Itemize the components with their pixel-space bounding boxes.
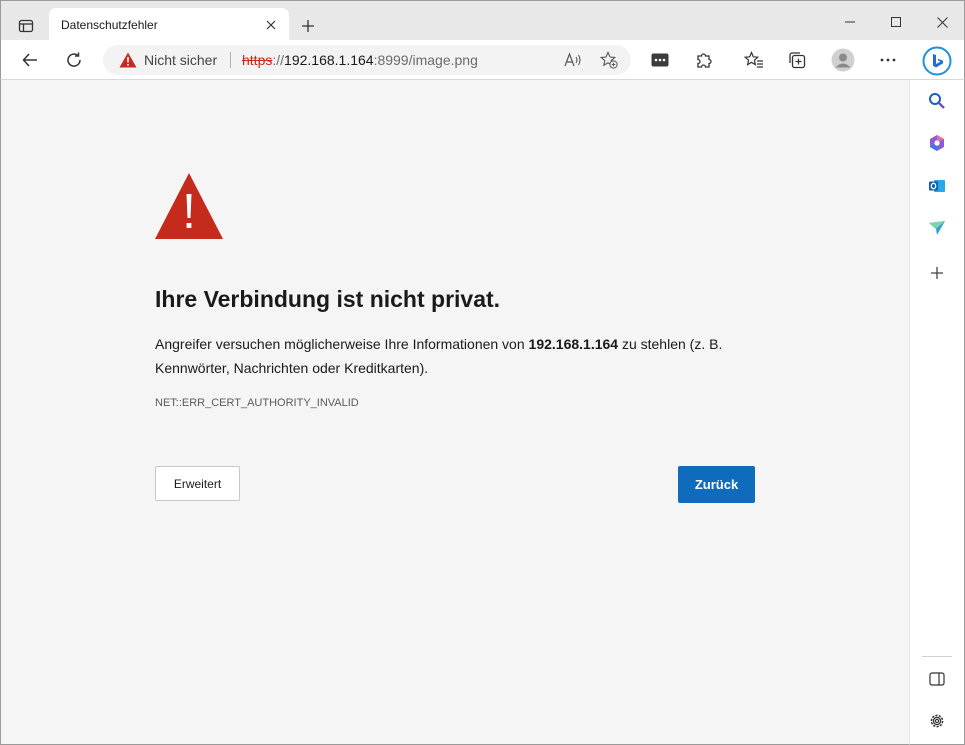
sidebar-settings-button[interactable] xyxy=(924,708,950,734)
arrow-left-icon xyxy=(22,53,37,67)
url-host: 192.168.1.164 xyxy=(284,52,374,68)
sidebar-toggle-button[interactable] xyxy=(924,666,950,692)
maximize-icon xyxy=(891,17,901,27)
description-host: 192.168.1.164 xyxy=(528,336,619,352)
outlook-icon xyxy=(929,180,945,192)
error-code[interactable]: NET::ERR_CERT_AUTHORITY_INVALID xyxy=(155,397,359,409)
bing-icon xyxy=(922,46,952,76)
office-icon xyxy=(930,135,944,151)
more-button[interactable] xyxy=(874,46,902,74)
back-to-safety-button[interactable]: Zurück xyxy=(678,466,755,503)
warning-triangle-icon xyxy=(155,173,223,239)
puzzle-icon xyxy=(697,53,712,68)
back-button[interactable] xyxy=(16,46,44,74)
plus-icon xyxy=(302,20,314,32)
sidebar-divider xyxy=(922,656,952,657)
url-path: :8999/image.png xyxy=(373,52,478,68)
extensions-button[interactable] xyxy=(690,46,718,74)
sidebar-add-button[interactable] xyxy=(924,260,950,286)
star-add-icon xyxy=(600,51,618,69)
sidebar-send-button[interactable] xyxy=(924,215,950,241)
warning-triangle-icon xyxy=(119,52,137,68)
url-text[interactable]: https://192.168.1.164:8999/image.png xyxy=(242,52,478,68)
collections-button[interactable] xyxy=(783,46,811,74)
advanced-button[interactable]: Erweitert xyxy=(155,466,240,501)
close-icon xyxy=(936,16,948,28)
maximize-button[interactable] xyxy=(881,9,911,35)
sidebar-office-button[interactable] xyxy=(924,130,950,156)
minimize-icon xyxy=(845,21,855,23)
password-icon xyxy=(651,53,669,67)
minimize-button[interactable] xyxy=(835,9,865,35)
gear-icon xyxy=(930,714,944,728)
error-page: Ihre Verbindung ist nicht privat. Angrei… xyxy=(0,80,909,745)
security-status-label[interactable]: Nicht sicher xyxy=(144,52,217,68)
url-scheme: https xyxy=(242,52,273,68)
page-title: Ihre Verbindung ist nicht privat. xyxy=(155,286,501,312)
toolbar: Nicht sicher https://192.168.1.164:8999/… xyxy=(0,40,965,80)
tab-actions-button[interactable] xyxy=(13,13,39,39)
ellipsis-icon xyxy=(880,58,896,62)
favorites-icon xyxy=(744,51,763,68)
tab-close-button[interactable] xyxy=(261,15,281,35)
tab-actions-icon xyxy=(18,19,34,33)
tab-title: Datenschutzfehler xyxy=(61,18,158,32)
bing-chat-button[interactable] xyxy=(921,45,953,77)
sidebar-outlook-button[interactable] xyxy=(924,173,950,199)
url-separator: :// xyxy=(272,52,285,68)
sidebar-icon xyxy=(929,672,945,686)
sidebar-search-button[interactable] xyxy=(924,88,950,114)
refresh-button[interactable] xyxy=(60,46,88,74)
collections-icon xyxy=(789,52,806,69)
address-bar[interactable]: Nicht sicher https://192.168.1.164:8999/… xyxy=(103,45,631,75)
address-divider xyxy=(230,52,231,68)
search-icon xyxy=(929,93,945,109)
close-icon xyxy=(266,20,276,30)
title-bar: Datenschutzfehler xyxy=(0,0,965,41)
password-button[interactable] xyxy=(646,46,674,74)
right-sidebar xyxy=(909,80,965,745)
favorites-button[interactable] xyxy=(740,46,768,74)
profile-button[interactable] xyxy=(829,46,857,74)
read-aloud-button[interactable] xyxy=(563,50,583,70)
description-text-start: Angreifer versuchen möglicherweise Ihre … xyxy=(155,336,529,352)
window-close-button[interactable] xyxy=(927,9,957,35)
plus-icon xyxy=(931,267,943,279)
tab-active[interactable]: Datenschutzfehler xyxy=(49,8,289,41)
send-icon xyxy=(929,221,945,235)
new-tab-button[interactable] xyxy=(296,14,320,38)
avatar-icon xyxy=(831,48,855,72)
error-description: Angreifer versuchen möglicherweise Ihre … xyxy=(155,332,755,380)
refresh-icon xyxy=(67,52,81,67)
read-aloud-icon xyxy=(564,52,581,67)
add-favorite-button[interactable] xyxy=(599,50,619,70)
